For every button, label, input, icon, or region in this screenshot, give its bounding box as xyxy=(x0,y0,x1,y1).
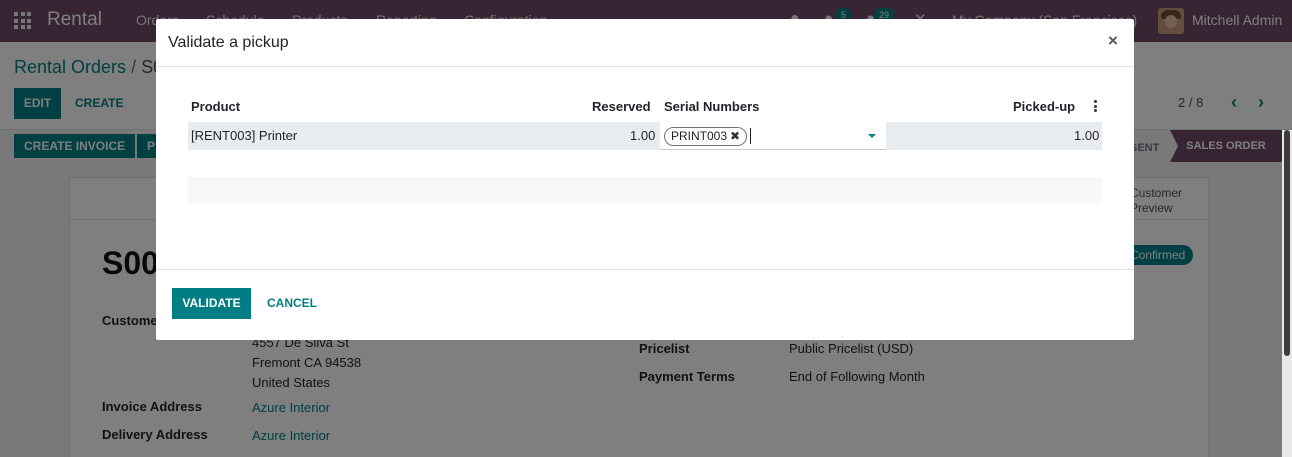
validate-button[interactable]: VALIDATE xyxy=(172,288,251,319)
column-serial-numbers[interactable]: Serial Numbers xyxy=(664,99,759,114)
column-reserved[interactable]: Reserved xyxy=(592,99,651,114)
scrollbar-thumb[interactable] xyxy=(1284,130,1290,356)
dropdown-caret-icon[interactable] xyxy=(868,134,876,138)
page-scrollbar[interactable] xyxy=(1282,130,1292,457)
column-options-icon[interactable] xyxy=(1094,100,1098,112)
dialog-title: Validate a pickup xyxy=(168,34,289,51)
serial-tag: PRINT003 ✖ xyxy=(664,127,748,146)
tag-remove-icon[interactable]: ✖ xyxy=(730,129,740,143)
column-product[interactable]: Product xyxy=(191,99,240,114)
empty-table-row xyxy=(188,177,1102,203)
validate-pickup-dialog: Validate a pickup × Product Reserved Ser… xyxy=(156,19,1134,340)
serial-tag-label: PRINT003 xyxy=(671,129,728,143)
row-reserved: 1.00 xyxy=(630,128,656,143)
serial-numbers-input[interactable]: PRINT003 ✖ xyxy=(660,122,886,150)
row-product: [RENT003] Printer xyxy=(191,128,298,143)
cancel-button[interactable]: CANCEL xyxy=(267,288,317,319)
dialog-footer: VALIDATE CANCEL xyxy=(156,269,1134,340)
table-row[interactable]: [RENT003] Printer 1.00 PRINT003 ✖ 1.00 xyxy=(188,122,1102,150)
dialog-header: Validate a pickup × xyxy=(156,19,1134,67)
text-cursor xyxy=(750,128,751,144)
column-picked-up[interactable]: Picked-up xyxy=(1013,99,1075,114)
row-picked-up[interactable]: 1.00 xyxy=(1074,128,1099,143)
close-icon[interactable]: × xyxy=(1108,31,1118,51)
